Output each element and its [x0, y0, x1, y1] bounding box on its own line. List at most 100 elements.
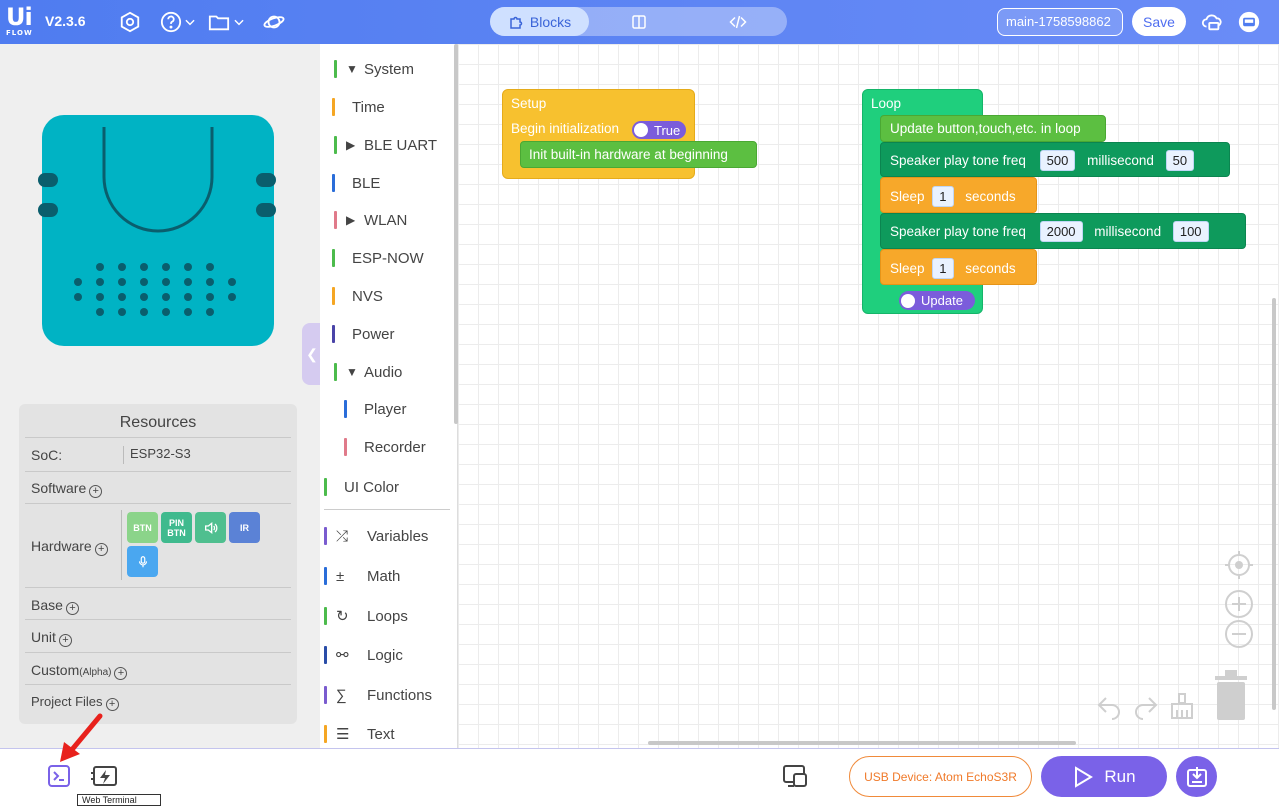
- folder-icon[interactable]: [207, 10, 231, 34]
- web-terminal-icon[interactable]: [47, 764, 71, 788]
- cloud-user-icon[interactable]: [1200, 10, 1224, 34]
- category-variables[interactable]: ⤮ Variables: [320, 524, 456, 548]
- undo-icon[interactable]: [1096, 694, 1122, 720]
- tab-split-view[interactable]: [589, 7, 688, 36]
- clean-up-icon[interactable]: [1169, 692, 1195, 720]
- collapse-panel-button[interactable]: ❮: [302, 323, 322, 385]
- init-hardware-label: Init built-in hardware at beginning: [529, 147, 728, 162]
- base-row[interactable]: Base +: [25, 587, 291, 619]
- category-recorder[interactable]: Recorder: [320, 435, 456, 459]
- sleep1-input[interactable]: 1: [932, 186, 954, 207]
- category-math[interactable]: ± Math: [320, 564, 456, 588]
- category-power[interactable]: Power: [320, 322, 456, 346]
- category-player[interactable]: Player: [320, 397, 456, 421]
- add-base-icon[interactable]: +: [65, 602, 79, 615]
- add-hardware-icon[interactable]: +: [94, 543, 108, 556]
- zoom-out-icon[interactable]: [1224, 619, 1254, 649]
- expanded-caret-icon[interactable]: ▼: [346, 365, 358, 379]
- init-hardware-block[interactable]: Init built-in hardware at beginning: [520, 141, 757, 168]
- collapsed-caret-icon[interactable]: ▶: [346, 213, 355, 227]
- unit-row[interactable]: Unit +: [25, 619, 291, 652]
- category-wlan[interactable]: ▶ WLAN: [320, 208, 456, 232]
- tone2-ms-input[interactable]: 100: [1172, 221, 1209, 242]
- collapsed-caret-icon[interactable]: ▶: [346, 138, 355, 152]
- workspace-vscrollbar[interactable]: [1272, 298, 1276, 710]
- add-software-icon[interactable]: +: [89, 485, 103, 498]
- workspace-hscrollbar[interactable]: [648, 741, 1076, 745]
- planet-icon[interactable]: [262, 10, 286, 34]
- filename-field[interactable]: main-1758598862: [997, 8, 1123, 36]
- category-time[interactable]: Time: [320, 95, 456, 119]
- category-logic[interactable]: ⚯ Logic: [320, 643, 456, 667]
- setup-title: Setup: [511, 96, 547, 111]
- tone2-freq-input[interactable]: 2000: [1039, 221, 1083, 242]
- category-functions[interactable]: ∑ Functions: [320, 683, 456, 707]
- update-toggle[interactable]: Update: [899, 291, 975, 310]
- sleep2-input[interactable]: 1: [932, 258, 954, 279]
- custom-row[interactable]: Custom(Alpha) +: [25, 652, 291, 684]
- category-color-bar: [324, 478, 327, 496]
- trash-icon[interactable]: [1213, 668, 1249, 722]
- category-color-bar: [332, 98, 335, 116]
- category-ble-uart[interactable]: ▶ BLE UART: [320, 133, 456, 157]
- base-label: Base: [31, 597, 63, 613]
- hw-chip-speaker[interactable]: [195, 512, 226, 543]
- category-audio[interactable]: ▼ Audio: [320, 360, 456, 384]
- tone-block-1[interactable]: Speaker play tone freq 500 millisecond 5…: [880, 142, 1230, 177]
- hw-chip-ir[interactable]: IR: [229, 512, 260, 543]
- category-label: System: [364, 60, 415, 78]
- category-label: ESP-NOW: [352, 249, 424, 267]
- chevron-down-icon[interactable]: [183, 10, 197, 34]
- category-nvs[interactable]: NVS: [320, 284, 456, 308]
- category-ble[interactable]: BLE: [320, 171, 456, 195]
- tab-blocks[interactable]: Blocks: [490, 7, 589, 36]
- mic-icon: [138, 555, 147, 567]
- update-loop-block[interactable]: Update button,touch,etc. in loop: [880, 115, 1106, 142]
- text-icon: ☰: [336, 726, 350, 743]
- run-label: Run: [1104, 766, 1136, 786]
- avatar-icon[interactable]: [1236, 9, 1262, 35]
- add-unit-icon[interactable]: +: [58, 634, 72, 647]
- device-manager-icon[interactable]: [782, 764, 808, 788]
- category-text[interactable]: ☰ Text: [320, 722, 456, 746]
- category-system[interactable]: ▼ System: [320, 57, 456, 81]
- flash-firmware-icon[interactable]: [91, 763, 119, 789]
- settings-hex-icon[interactable]: [118, 10, 142, 34]
- zoom-in-icon[interactable]: [1224, 589, 1254, 619]
- tab-code[interactable]: [688, 7, 787, 36]
- run-button[interactable]: Run: [1041, 756, 1167, 797]
- sleep-block-1[interactable]: Sleep 1 seconds: [880, 177, 1037, 213]
- sleep2-label: Sleep: [890, 261, 925, 276]
- software-label: Software: [31, 480, 87, 496]
- hw-chip-mic[interactable]: [127, 546, 158, 577]
- category-divider: [324, 509, 450, 510]
- category-ui-color[interactable]: UI Color: [320, 475, 456, 499]
- redo-icon[interactable]: [1133, 694, 1159, 720]
- save-button[interactable]: Save: [1132, 7, 1186, 36]
- tone-block-2[interactable]: Speaker play tone freq 2000 millisecond …: [880, 213, 1246, 249]
- app-version: V2.3.6: [45, 13, 86, 29]
- begin-init-toggle[interactable]: True: [632, 121, 687, 139]
- download-button[interactable]: [1176, 756, 1217, 797]
- category-esp-now[interactable]: ESP-NOW: [320, 246, 456, 270]
- usb-device-button[interactable]: USB Device: Atom EchoS3R: [849, 756, 1032, 797]
- hw-chip-btn[interactable]: BTN: [127, 512, 158, 543]
- sleep-block-2[interactable]: Sleep 1 seconds: [880, 249, 1037, 285]
- chevron-down-icon[interactable]: [232, 10, 246, 34]
- help-icon[interactable]: [159, 10, 183, 34]
- category-color-bar: [324, 686, 327, 704]
- sleep1-label: Sleep: [890, 189, 925, 204]
- tone1-ms-label: millisecond: [1087, 153, 1154, 168]
- category-loops[interactable]: ↻ Loops: [320, 604, 456, 628]
- blocks-workspace[interactable]: Setup Begin initialization True Init bui…: [458, 44, 1279, 748]
- recenter-icon[interactable]: [1224, 550, 1254, 580]
- expanded-caret-icon[interactable]: ▼: [346, 62, 358, 76]
- hw-chip-pin-btn[interactable]: PIN BTN: [161, 512, 192, 543]
- add-custom-icon[interactable]: +: [114, 667, 128, 680]
- tone1-freq-input[interactable]: 500: [1039, 150, 1076, 171]
- unit-label: Unit: [31, 629, 56, 645]
- add-project-file-icon[interactable]: +: [105, 698, 119, 711]
- begin-init-label: Begin initialization: [511, 121, 620, 136]
- tone1-ms-input[interactable]: 50: [1165, 150, 1195, 171]
- software-row[interactable]: Software +: [25, 471, 291, 503]
